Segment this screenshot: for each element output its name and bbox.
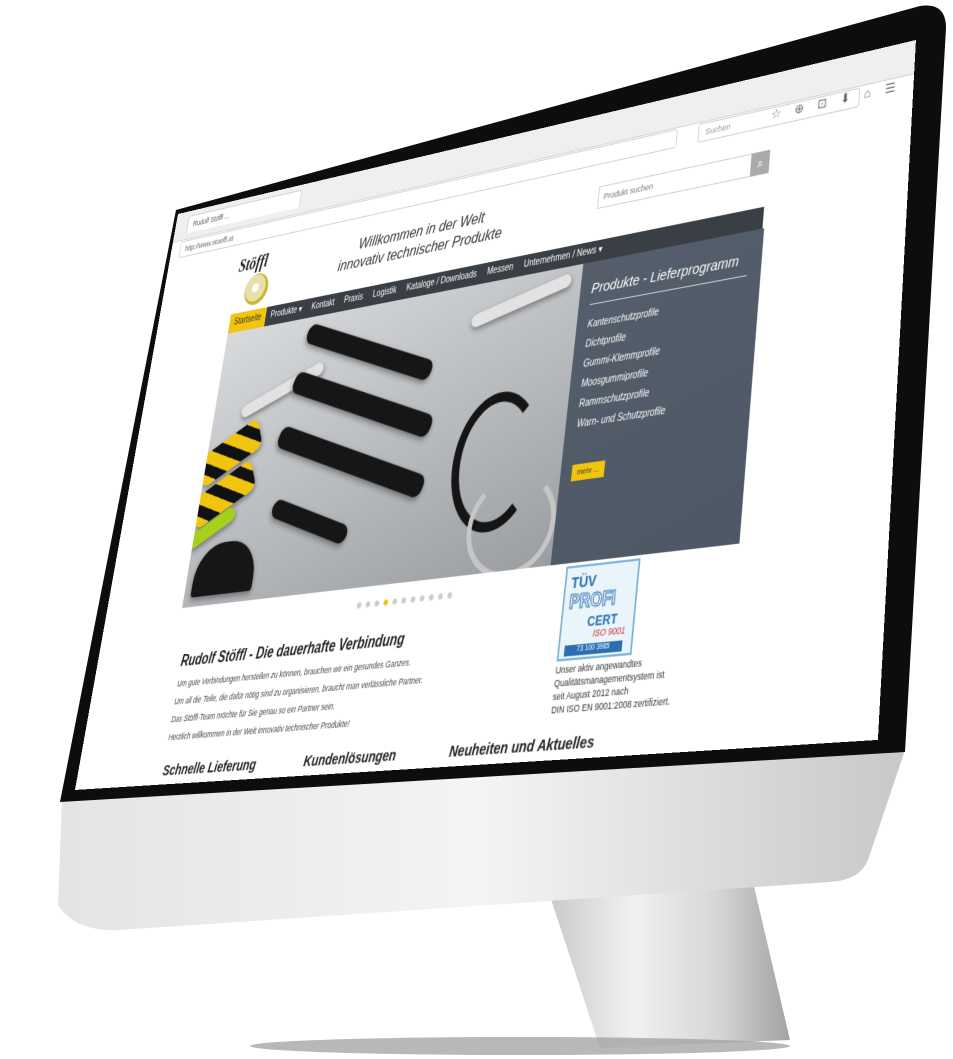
slider-dot[interactable] [374, 600, 380, 607]
section-customer-solutions: Kundenlösungen [302, 746, 398, 771]
hero-product-list: Kantenschutzprofile Dichtprofile Gummi-K… [576, 300, 676, 435]
tuv-number: 73 100 3985 [563, 640, 623, 657]
slider-dot[interactable] [447, 592, 453, 599]
slider-dots [354, 585, 456, 614]
hero-slider[interactable]: Produkte - Lieferprogramm Kantenschutzpr… [182, 228, 765, 609]
section-fast-delivery: Schnelle Lieferung [161, 755, 258, 780]
slider-dot[interactable] [419, 595, 425, 602]
tuv-certificate-badge[interactable]: TÜV PROFI CERT ISO 9001 73 100 3985 [556, 558, 641, 662]
monitor-scene: Rudolf Stöffl ... http://www.stoeffl.at … [0, 0, 953, 1059]
slider-dot[interactable] [401, 597, 407, 604]
slider-dot[interactable] [410, 596, 416, 603]
more-button[interactable]: mehr ... [570, 460, 606, 482]
profile-image [304, 322, 436, 382]
search-icon[interactable]: ⌕ [749, 149, 771, 177]
slider-dot[interactable] [392, 598, 398, 605]
slider-dot[interactable] [365, 601, 371, 608]
profile-image [290, 370, 435, 439]
slider-dot[interactable] [356, 602, 362, 609]
slider-dot[interactable] [428, 594, 434, 601]
browser-window: Rudolf Stöffl ... http://www.stoeffl.at … [74, 39, 916, 790]
profile-image [190, 537, 260, 598]
profile-image [275, 424, 427, 500]
profile-image [269, 497, 351, 546]
logo-disc-icon [242, 271, 271, 308]
product-search-input[interactable]: Produkt suchen [596, 151, 761, 210]
slider-dot[interactable] [437, 593, 444, 600]
tuv-iso-label: ISO 9001 [592, 624, 626, 639]
slider-dot[interactable] [383, 599, 389, 606]
web-page: Stöffl Willkommen in der Welt innovativ … [74, 97, 913, 790]
hero-product-panel: Produkte - Lieferprogramm Kantenschutzpr… [550, 228, 765, 566]
section-news: Neuheiten und Aktuelles [448, 732, 596, 762]
screen-area: Rudolf Stöffl ... http://www.stoeffl.at … [0, 0, 953, 1059]
